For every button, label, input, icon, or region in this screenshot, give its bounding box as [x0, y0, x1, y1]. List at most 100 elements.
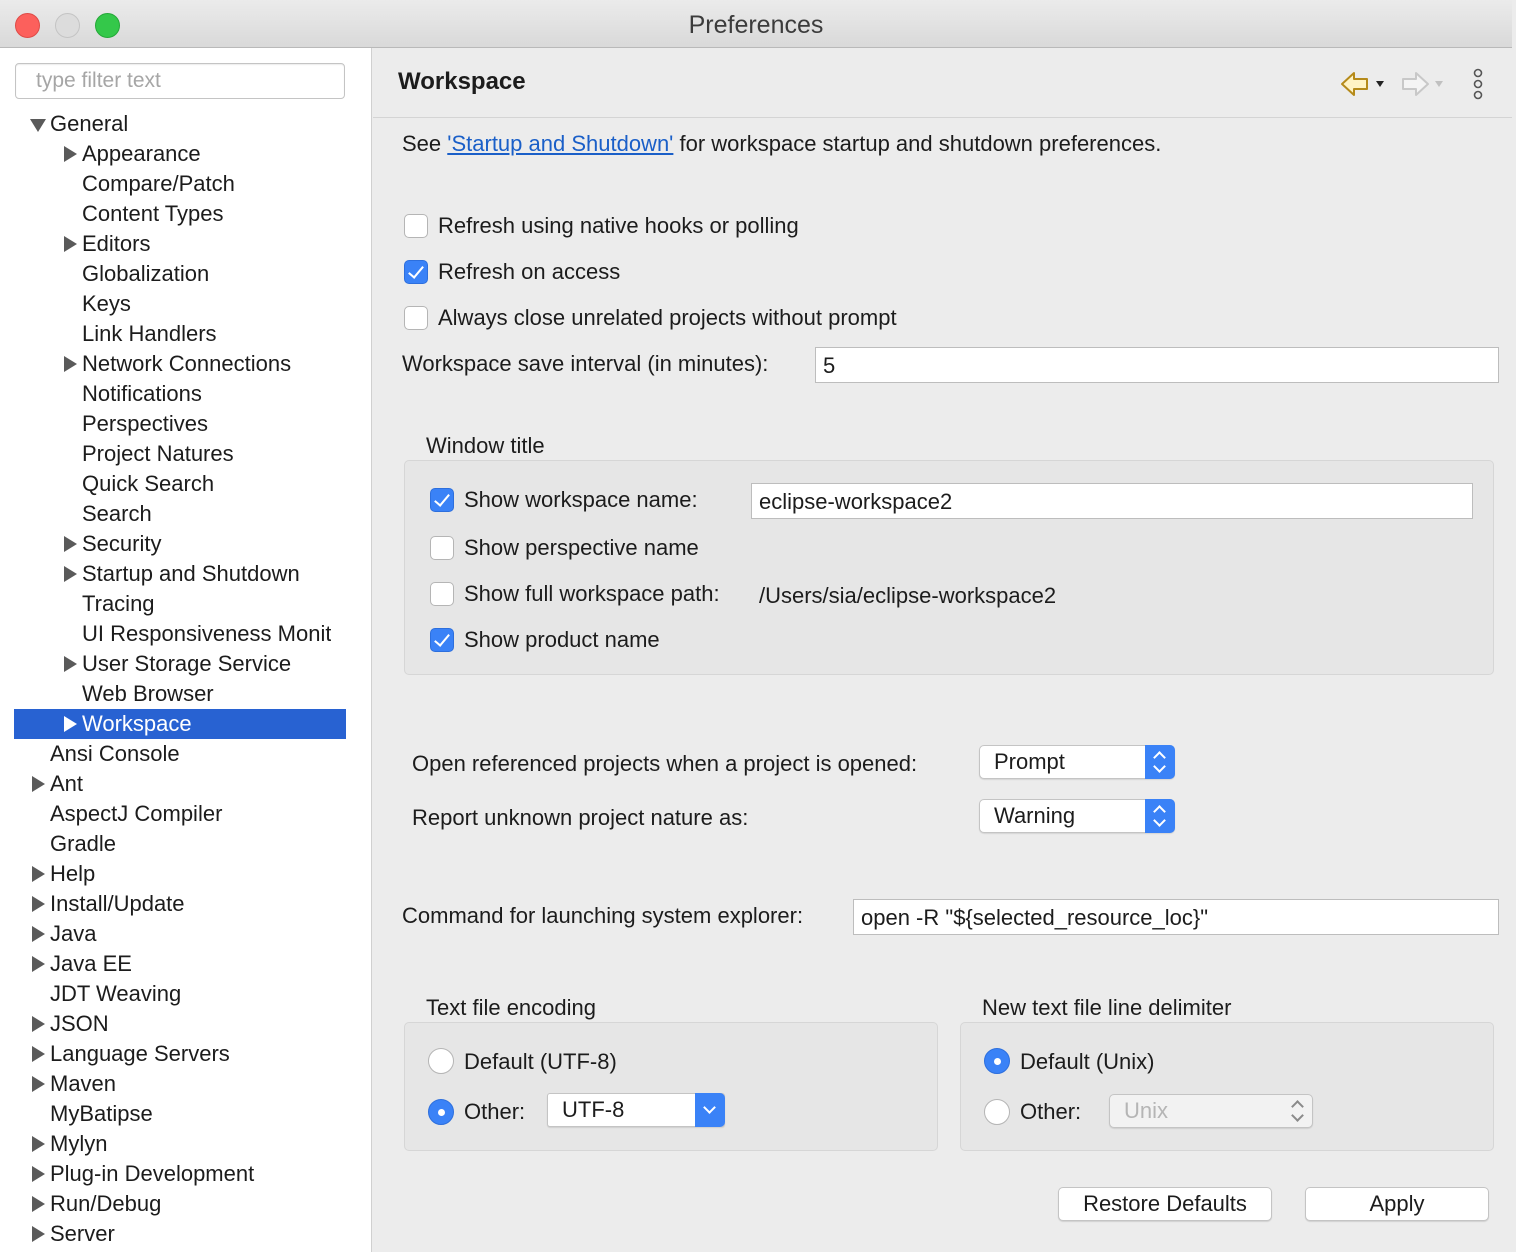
sidebar-item-label: Globalization: [82, 261, 210, 286]
sidebar-item[interactable]: Run/Debug: [0, 1189, 371, 1219]
open-referenced-value: Prompt: [994, 749, 1065, 774]
sidebar-item-label: Network Connections: [82, 351, 292, 376]
unknown-nature-label: Report unknown project nature as:: [412, 805, 749, 830]
show-product-name-checkbox[interactable]: [430, 628, 454, 652]
sidebar-item[interactable]: Plug-in Development: [0, 1159, 371, 1189]
sidebar-item-label: AspectJ Compiler: [50, 801, 223, 826]
triangle-right-icon[interactable]: [62, 649, 80, 679]
sidebar-item[interactable]: Perspectives: [0, 409, 371, 439]
sidebar-item[interactable]: Link Handlers: [0, 319, 371, 349]
sidebar-item[interactable]: Language Servers: [0, 1039, 371, 1069]
sidebar-item[interactable]: Java: [0, 919, 371, 949]
close-unrelated-label: Always close unrelated projects without …: [438, 305, 897, 330]
triangle-right-icon[interactable]: [30, 1009, 48, 1039]
encoding-default-radio[interactable]: [428, 1048, 454, 1074]
unknown-nature-select[interactable]: Warning: [979, 799, 1175, 833]
restore-defaults-button[interactable]: Restore Defaults: [1058, 1187, 1272, 1221]
triangle-right-icon[interactable]: [62, 559, 80, 589]
sidebar-item-label: General: [50, 111, 129, 136]
sidebar-item[interactable]: Web Browser: [0, 679, 371, 709]
filter-input[interactable]: [15, 63, 345, 99]
close-unrelated-checkbox[interactable]: [404, 306, 428, 330]
encoding-select[interactable]: UTF-8: [547, 1093, 725, 1127]
show-workspace-name-checkbox[interactable]: [430, 488, 454, 512]
sidebar-item[interactable]: Gradle: [0, 829, 371, 859]
sidebar-item[interactable]: JSON: [0, 1009, 371, 1039]
sidebar-item[interactable]: Editors: [0, 229, 371, 259]
triangle-right-icon[interactable]: [30, 889, 48, 919]
triangle-right-icon[interactable]: [62, 229, 80, 259]
sidebar-item[interactable]: Java EE: [0, 949, 371, 979]
triangle-right-icon[interactable]: [30, 919, 48, 949]
unknown-nature-value: Warning: [994, 803, 1076, 828]
sidebar-item-label: Gradle: [50, 831, 117, 856]
sidebar-item[interactable]: Quick Search: [0, 469, 371, 499]
page-header: Workspace: [373, 48, 1512, 118]
triangle-right-icon[interactable]: [62, 349, 80, 379]
sidebar-item[interactable]: Security: [0, 529, 371, 559]
triangle-right-icon[interactable]: [30, 1219, 48, 1249]
sidebar-item[interactable]: JDT Weaving: [0, 979, 371, 1009]
sidebar-item[interactable]: AspectJ Compiler: [0, 799, 371, 829]
sidebar-item[interactable]: Workspace: [14, 709, 346, 739]
sidebar-item[interactable]: User Storage Service: [0, 649, 371, 679]
sidebar-item[interactable]: General: [0, 109, 371, 139]
sidebar-item-label: Notifications: [82, 381, 202, 406]
triangle-right-icon[interactable]: [62, 139, 80, 169]
sidebar-item-label: Quick Search: [82, 471, 215, 496]
sidebar-item[interactable]: Compare/Patch: [0, 169, 371, 199]
updown-chevron-icon: [1145, 745, 1175, 779]
forward-arrow-icon[interactable]: [1399, 68, 1447, 100]
show-full-path-label: Show full workspace path:: [464, 581, 720, 606]
sidebar-item-label: UI Responsiveness Monit: [82, 621, 332, 646]
encoding-other-radio[interactable]: [428, 1099, 454, 1125]
explorer-command-input[interactable]: open -R "${selected_resource_loc}": [853, 899, 1499, 935]
sidebar-item[interactable]: Maven: [0, 1069, 371, 1099]
refresh-native-checkbox[interactable]: [404, 214, 428, 238]
sidebar-item[interactable]: Search: [0, 499, 371, 529]
sidebar-item[interactable]: Startup and Shutdown: [0, 559, 371, 589]
open-referenced-select[interactable]: Prompt: [979, 745, 1175, 779]
sidebar-item[interactable]: MyBatipse: [0, 1099, 371, 1129]
view-menu-icon[interactable]: [1467, 68, 1489, 102]
sidebar-item[interactable]: Keys: [0, 289, 371, 319]
triangle-right-icon[interactable]: [62, 709, 80, 739]
triangle-down-icon[interactable]: [30, 109, 48, 139]
triangle-right-icon[interactable]: [30, 859, 48, 889]
show-full-path-checkbox[interactable]: [430, 582, 454, 606]
sidebar-item[interactable]: Network Connections: [0, 349, 371, 379]
sidebar-item[interactable]: Globalization: [0, 259, 371, 289]
startup-shutdown-link[interactable]: 'Startup and Shutdown': [447, 131, 673, 156]
triangle-right-icon[interactable]: [62, 529, 80, 559]
show-perspective-name-checkbox[interactable]: [430, 536, 454, 560]
sidebar-item[interactable]: Help: [0, 859, 371, 889]
sidebar-item[interactable]: Ansi Console: [0, 739, 371, 769]
sidebar-item[interactable]: Ant: [0, 769, 371, 799]
sidebar-item[interactable]: Project Natures: [0, 439, 371, 469]
save-interval-input[interactable]: 5: [815, 347, 1499, 383]
delimiter-default-radio[interactable]: [984, 1048, 1010, 1074]
sidebar-item[interactable]: Server: [0, 1219, 371, 1249]
delimiter-other-radio[interactable]: [984, 1099, 1010, 1125]
back-arrow-icon[interactable]: [1339, 68, 1387, 100]
sidebar-item[interactable]: Tracing: [0, 589, 371, 619]
sidebar-item-label: Plug-in Development: [50, 1161, 255, 1186]
triangle-right-icon[interactable]: [30, 769, 48, 799]
triangle-right-icon[interactable]: [30, 1039, 48, 1069]
sidebar-item[interactable]: Content Types: [0, 199, 371, 229]
sidebar-item-label: Workspace: [82, 711, 192, 736]
triangle-right-icon[interactable]: [30, 949, 48, 979]
triangle-right-icon[interactable]: [30, 1069, 48, 1099]
workspace-name-input[interactable]: eclipse-workspace2: [751, 483, 1473, 519]
sidebar-item[interactable]: Mylyn: [0, 1129, 371, 1159]
show-product-name-label: Show product name: [464, 627, 660, 652]
refresh-on-access-checkbox[interactable]: [404, 260, 428, 284]
triangle-right-icon[interactable]: [30, 1129, 48, 1159]
triangle-right-icon[interactable]: [30, 1159, 48, 1189]
sidebar-item[interactable]: Install/Update: [0, 889, 371, 919]
apply-button[interactable]: Apply: [1305, 1187, 1489, 1221]
sidebar-item[interactable]: UI Responsiveness Monit: [0, 619, 371, 649]
triangle-right-icon[interactable]: [30, 1189, 48, 1219]
sidebar-item[interactable]: Notifications: [0, 379, 371, 409]
sidebar-item[interactable]: Appearance: [0, 139, 371, 169]
